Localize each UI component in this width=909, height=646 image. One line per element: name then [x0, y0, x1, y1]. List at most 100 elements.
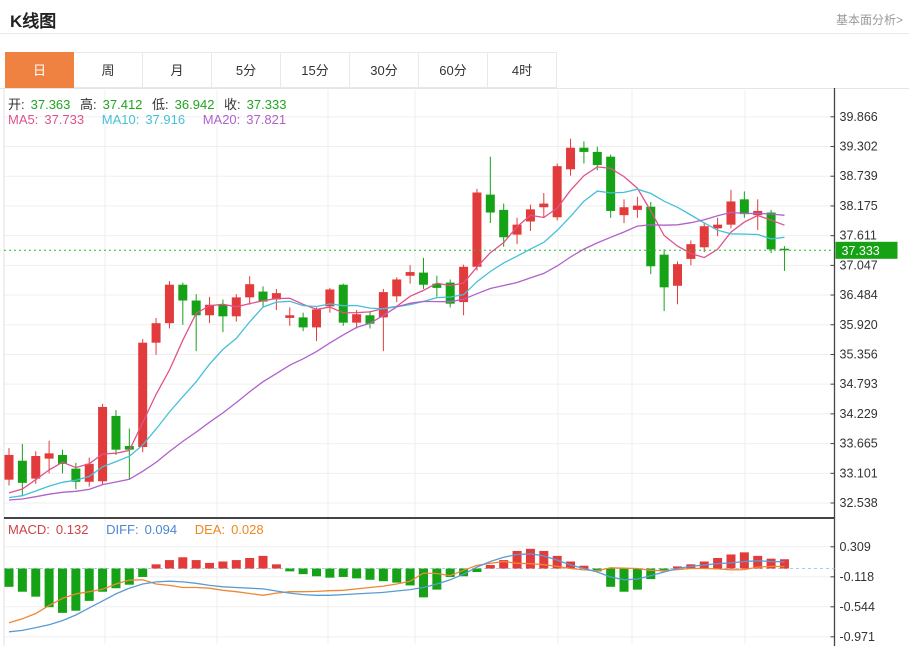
candle-body	[178, 285, 187, 301]
price-axis-label: 33.665	[840, 437, 878, 451]
candle-body	[365, 315, 374, 323]
macd-bar	[259, 556, 268, 569]
macd-bar	[125, 569, 134, 585]
kline-chart-area[interactable]: 37.33339.86639.30238.73938.17537.61137.0…	[0, 88, 909, 646]
dea-label: DEA:	[195, 522, 225, 537]
ma5-value: 37.733	[44, 112, 84, 127]
candle-body	[285, 315, 294, 318]
macd-bar	[218, 561, 227, 568]
macd-value: 0.132	[56, 522, 89, 537]
ma20-value: 37.821	[246, 112, 286, 127]
price-axis-label: 36.484	[840, 288, 878, 302]
price-axis-label: 34.229	[840, 407, 878, 421]
macd-bar	[486, 565, 495, 569]
macd-bar	[312, 569, 321, 577]
macd-bar	[58, 569, 67, 613]
close-value: 37.333	[247, 97, 287, 112]
ma20-label: MA20:	[203, 112, 241, 127]
macd-bar	[432, 569, 441, 590]
ma10-label: MA10:	[102, 112, 140, 127]
price-axis-label: 32.538	[840, 496, 878, 510]
macd-bar	[178, 557, 187, 568]
macd-bar	[152, 564, 161, 568]
open-label: 开:	[8, 97, 25, 112]
candle-body	[553, 166, 562, 217]
macd-label: MACD:	[8, 522, 50, 537]
price-axis-label: 39.302	[840, 140, 878, 154]
candle-body	[245, 284, 254, 297]
candle-body	[5, 455, 14, 480]
price-axis-label: 38.739	[840, 169, 878, 183]
ma5-label: MA5:	[8, 112, 38, 127]
open-value: 37.363	[31, 97, 71, 112]
candle-body	[700, 226, 709, 247]
candle-body	[138, 343, 147, 447]
candle-body	[767, 213, 776, 250]
diff-line	[9, 554, 784, 632]
macd-bar	[192, 560, 201, 568]
macd-bar	[165, 560, 174, 568]
candle-body	[98, 407, 107, 481]
tab-timeframe-6[interactable]: 30分	[350, 52, 419, 88]
tab-timeframe-8[interactable]: 4时	[488, 52, 557, 88]
price-axis-label: 37.611	[840, 229, 877, 243]
macd-bar	[339, 569, 348, 577]
ohlc-readout: 开:37.363 高:37.412 低:36.942 收:37.333	[8, 94, 292, 113]
price-axis-label: 35.920	[840, 318, 878, 332]
ma10-value: 37.916	[145, 112, 185, 127]
candle-body	[566, 148, 575, 170]
close-label: 收:	[224, 97, 241, 112]
candle-body	[419, 273, 428, 285]
tab-timeframe-5[interactable]: 15分	[281, 52, 350, 88]
candle-body	[633, 206, 642, 210]
candle-body	[606, 157, 615, 211]
low-value: 36.942	[175, 97, 215, 112]
macd-bar	[18, 569, 27, 592]
candle-body	[459, 267, 468, 302]
macd-axis-label: -0.544	[840, 600, 875, 614]
price-axis-label: 33.101	[840, 466, 878, 480]
candle-body	[472, 192, 481, 266]
candle-body	[660, 255, 669, 288]
dea-value: 0.028	[231, 522, 264, 537]
macd-bar	[352, 569, 361, 579]
fundamental-analysis-link[interactable]: 基本面分析>	[836, 11, 903, 28]
macd-axis-label: 0.309	[840, 540, 871, 554]
low-label: 低:	[152, 97, 169, 112]
macd-bar	[245, 558, 254, 569]
macd-bar	[406, 569, 415, 586]
tab-timeframe-1[interactable]: 日	[5, 52, 74, 88]
candle-body	[31, 456, 40, 479]
candle-body	[593, 152, 602, 165]
ma-readout: MA5: 37.733 MA10: 37.916 MA20: 37.821	[8, 112, 292, 127]
macd-bar	[31, 569, 40, 597]
candle-body	[620, 207, 629, 215]
candle-body	[339, 285, 348, 323]
candle-body	[299, 317, 308, 327]
tab-timeframe-7[interactable]: 60分	[419, 52, 488, 88]
price-axis-label: 39.866	[840, 110, 878, 124]
macd-axis-label: -0.971	[840, 630, 875, 644]
page-header: K线图 基本面分析>	[0, 0, 909, 34]
macd-bar	[726, 554, 735, 568]
macd-bar	[325, 569, 334, 578]
tab-timeframe-3[interactable]: 月	[143, 52, 212, 88]
macd-bar	[85, 569, 94, 601]
tab-timeframe-4[interactable]: 5分	[212, 52, 281, 88]
price-axis-label: 35.356	[840, 347, 878, 361]
candle-body	[352, 314, 361, 322]
candle-body	[218, 305, 227, 317]
macd-bar	[379, 569, 388, 582]
macd-bar	[740, 552, 749, 568]
candle-body	[45, 453, 54, 458]
candle-body	[579, 148, 588, 152]
tab-timeframe-2[interactable]: 周	[74, 52, 143, 88]
candle-body	[673, 264, 682, 286]
candle-body	[406, 272, 415, 276]
candle-body	[740, 199, 749, 214]
macd-bar	[71, 569, 80, 611]
price-axis-label: 34.793	[840, 377, 878, 391]
candle-body	[165, 285, 174, 323]
candle-body	[539, 204, 548, 208]
macd-bar	[232, 560, 241, 568]
